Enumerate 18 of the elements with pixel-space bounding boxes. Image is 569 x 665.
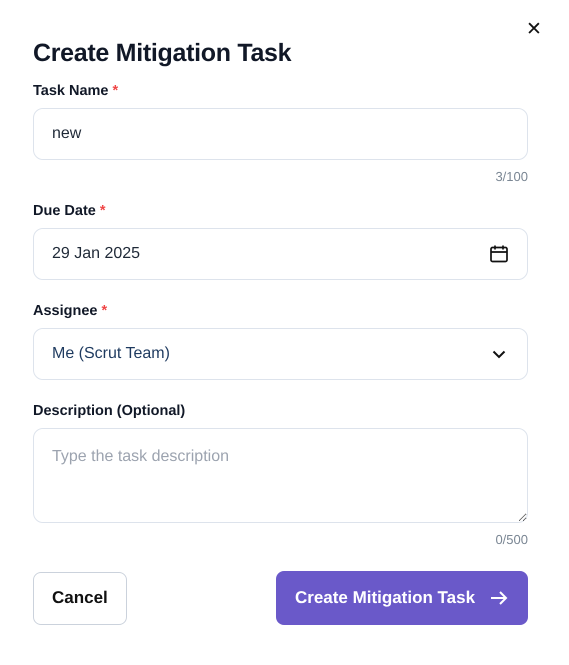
close-button[interactable]: ✕ [526, 19, 542, 41]
character-counter: 3/100 [494, 169, 528, 185]
field-label: Due Date [33, 203, 96, 219]
description-field[interactable]: Type the task description [33, 428, 528, 523]
required-mark: * [100, 203, 106, 219]
character-counter: 0/500 [494, 532, 528, 548]
calendar-icon[interactable] [489, 244, 509, 264]
field-label: Assignee [33, 303, 98, 319]
field-label: Task Name [33, 83, 108, 99]
date-field[interactable]: 29 Jan 2025 [33, 228, 528, 280]
dialog-title: Create Mitigation Task [33, 38, 292, 68]
cancel-button[interactable]: Cancel [33, 572, 127, 624]
input-field[interactable]: new [33, 108, 528, 160]
assignee-dropdown[interactable]: Me (Scrut Team) [33, 328, 528, 380]
create-task-button[interactable]: Create Mitigation Task [276, 571, 528, 625]
required-mark: * [101, 303, 108, 319]
required-mark: * [112, 83, 118, 99]
field-label: Description (Optional) [33, 403, 186, 419]
